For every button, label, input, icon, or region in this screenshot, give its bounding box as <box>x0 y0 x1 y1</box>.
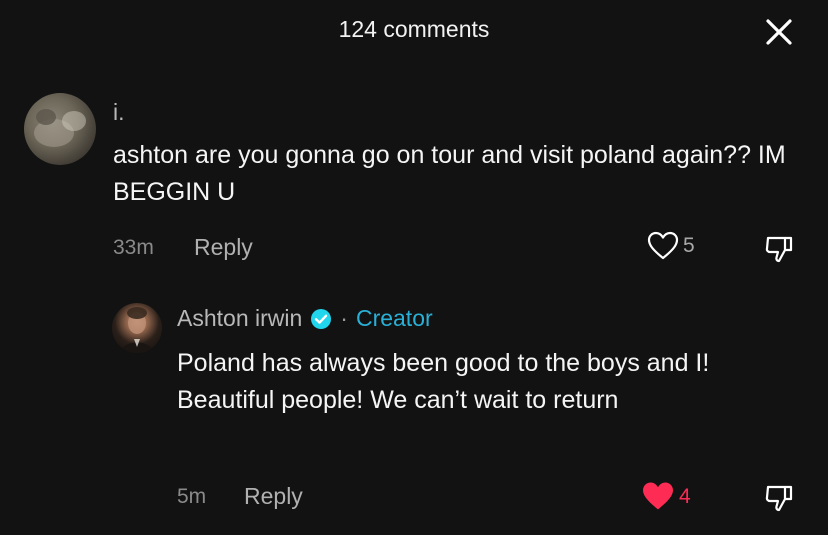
dislike-button[interactable] <box>761 230 797 266</box>
comment-text: ashton are you gonna go on tour and visi… <box>113 141 786 206</box>
verified-badge-icon <box>310 308 332 330</box>
close-icon <box>766 19 792 45</box>
comment-username[interactable]: i. <box>113 99 125 126</box>
like-button[interactable]: 4 <box>641 481 691 512</box>
close-button[interactable] <box>761 14 797 50</box>
heart-outline-icon <box>647 231 679 260</box>
like-count: 4 <box>679 484 691 508</box>
avatar[interactable] <box>24 93 96 165</box>
avatar[interactable] <box>112 303 162 353</box>
separator-dot: · <box>340 305 348 331</box>
like-count: 5 <box>683 234 695 257</box>
comment-text: Poland has always been good to the boys … <box>177 349 710 414</box>
comments-header: 124 comments <box>0 0 828 62</box>
comment-timestamp: 5m <box>177 485 207 508</box>
creator-line: Ashton irwin · Creator <box>177 305 433 332</box>
comment-timestamp: 33m <box>113 236 154 259</box>
like-button[interactable]: 5 <box>647 231 695 261</box>
avatar-image <box>34 109 86 147</box>
reply-button[interactable]: Reply <box>194 234 253 261</box>
reply-button[interactable]: Reply <box>244 483 303 510</box>
thumbs-down-icon <box>765 485 793 512</box>
comments-count-title: 124 comments <box>338 16 490 42</box>
creator-badge: Creator <box>355 305 433 331</box>
avatar-image <box>120 307 154 353</box>
dislike-button[interactable] <box>761 479 797 515</box>
thumbs-down-icon <box>765 236 793 263</box>
comment-username[interactable]: Ashton irwin <box>177 305 302 332</box>
heart-filled-icon <box>643 482 673 510</box>
